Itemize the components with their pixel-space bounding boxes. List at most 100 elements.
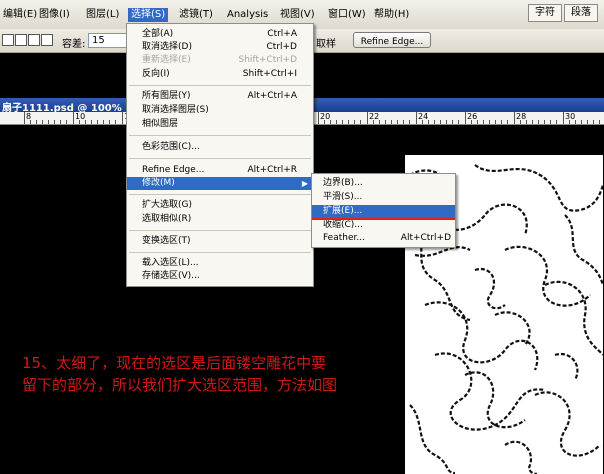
menu-item-transform-selection[interactable]: 变换选区(T) — [127, 235, 313, 248]
menu-item-label: 色彩范围(C)... — [142, 142, 200, 152]
menu-item-reselect: 重新选择(E) Shift+Ctrl+D — [127, 54, 313, 67]
menu-item-color-range[interactable]: 色彩范围(C)... — [127, 141, 313, 154]
ruler-minor-tick — [526, 120, 527, 124]
menu-help[interactable]: 帮助(H) — [371, 8, 412, 22]
annotation-expand-underline — [312, 218, 455, 220]
ruler-minor-tick — [587, 120, 588, 124]
ruler-tick — [416, 112, 417, 124]
menu-item-shortcut: Alt+Ctrl+A — [247, 91, 297, 101]
menu-item-label: 全部(A) — [142, 29, 174, 39]
menu-item-grow[interactable]: 扩大选取(G) — [127, 199, 313, 212]
ruler-minor-tick — [532, 120, 533, 124]
menu-item-label: 存储选区(V)... — [142, 271, 200, 281]
menu-separator — [129, 230, 311, 231]
menu-item-label: 反向(I) — [142, 69, 170, 79]
submenu-item-label: Feather... — [323, 233, 365, 243]
submenu-item-label: 平滑(S)... — [323, 192, 363, 202]
ruler-label: 10 — [75, 112, 86, 121]
menu-item-similar[interactable]: 选取相似(R) — [127, 213, 313, 226]
submenu-item-expand[interactable]: 扩展(E)... — [312, 205, 455, 218]
menu-item-label: 所有图层(Y) — [142, 91, 191, 101]
menu-select[interactable]: 选择(S) — [128, 8, 169, 22]
menu-item-label: 重新选择(E) — [142, 55, 191, 65]
ruler-tick — [318, 112, 319, 124]
ruler-minor-tick — [507, 120, 508, 124]
new-selection-icon[interactable] — [2, 34, 14, 46]
tab-character[interactable]: 字符 — [528, 4, 562, 22]
menu-item-save-selection[interactable]: 存储选区(V)... — [127, 270, 313, 283]
ruler-minor-tick — [458, 120, 459, 124]
submenu-item-border[interactable]: 边界(B)... — [312, 177, 455, 190]
ruler-label: 22 — [369, 112, 380, 121]
menu-item-deselect-layers[interactable]: 取消选择图层(S) — [127, 104, 313, 117]
ruler-minor-tick — [403, 120, 404, 124]
ruler-minor-tick — [30, 120, 31, 124]
submenu-item-shortcut: Alt+Ctrl+D — [400, 233, 451, 243]
ruler-minor-tick — [42, 120, 43, 124]
panel-tabs: 字符 段落 — [528, 4, 598, 22]
ruler-minor-tick — [477, 120, 478, 124]
menu-filter[interactable]: 滤镜(T) — [176, 8, 216, 22]
menu-item-similar-layers[interactable]: 相似图层 — [127, 118, 313, 131]
ruler-minor-tick — [440, 120, 441, 124]
submenu-item-feather[interactable]: Feather... Alt+Ctrl+D — [312, 232, 455, 245]
menu-item-label: 载入选区(L)... — [142, 258, 199, 268]
caption-line-1: 15、太细了，现在的选区是后面镂空雕花中要 — [22, 354, 327, 372]
ruler-minor-tick — [391, 120, 392, 124]
ruler-label: 28 — [516, 112, 527, 121]
ruler-minor-tick — [79, 120, 80, 124]
submenu-item-smooth[interactable]: 平滑(S)... — [312, 191, 455, 204]
submenu-item-contract[interactable]: 收缩(C)... — [312, 219, 455, 232]
menu-item-modify[interactable]: 修改(M) ▶ — [127, 177, 313, 190]
ruler-minor-tick — [115, 120, 116, 124]
ruler-tick — [367, 112, 368, 124]
subtract-selection-icon[interactable] — [28, 34, 40, 46]
intersect-selection-icon[interactable] — [41, 34, 53, 46]
sample-label: 取样 — [316, 39, 336, 50]
ruler-tick — [73, 112, 74, 124]
menu-item-select-all[interactable]: 全部(A) Ctrl+A — [127, 28, 313, 41]
menu-separator — [129, 85, 311, 86]
ruler-minor-tick — [569, 120, 570, 124]
ruler-minor-tick — [336, 120, 337, 124]
menu-item-refine-edge[interactable]: Refine Edge... Alt+Ctrl+R — [127, 164, 313, 177]
menu-item-deselect[interactable]: 取消选择(D) Ctrl+D — [127, 41, 313, 54]
menu-item-load-selection[interactable]: 载入选区(L)... — [127, 257, 313, 270]
ruler-minor-tick — [36, 120, 37, 124]
ruler-minor-tick — [434, 120, 435, 124]
menu-edit[interactable]: 编辑(E) — [0, 8, 40, 22]
ruler-minor-tick — [501, 120, 502, 124]
ruler-label: 30 — [565, 112, 576, 121]
ruler-minor-tick — [354, 120, 355, 124]
menu-item-label: 相似图层 — [142, 119, 179, 129]
ruler-tick — [514, 112, 515, 124]
menu-separator — [129, 252, 311, 253]
menu-layer[interactable]: 图层(L) — [83, 8, 122, 22]
ruler-label: 24 — [418, 112, 429, 121]
ruler-minor-tick — [330, 120, 331, 124]
menu-item-label: 变换选区(T) — [142, 236, 191, 246]
ruler-minor-tick — [66, 120, 67, 124]
menu-image[interactable]: 图像(I) — [36, 8, 73, 22]
menu-item-label: 修改(M) — [142, 178, 175, 188]
tab-paragraph[interactable]: 段落 — [564, 4, 598, 22]
menu-view[interactable]: 视图(V) — [277, 8, 318, 22]
menu-item-all-layers[interactable]: 所有图层(Y) Alt+Ctrl+A — [127, 90, 313, 103]
menu-item-shortcut: Alt+Ctrl+R — [247, 165, 297, 175]
ruler-tick — [465, 112, 466, 124]
caption-line-2: 留下的部分，所以我们扩大选区范围，方法如图 — [22, 376, 338, 394]
ruler-minor-tick — [489, 120, 490, 124]
ruler-tick — [122, 112, 123, 124]
ruler-minor-tick — [379, 120, 380, 124]
ruler-minor-tick — [360, 120, 361, 124]
menu-item-inverse[interactable]: 反向(I) Shift+Ctrl+I — [127, 68, 313, 81]
ruler-minor-tick — [471, 120, 472, 124]
menu-window[interactable]: 窗口(W) — [325, 8, 369, 22]
ruler-minor-tick — [324, 120, 325, 124]
menu-item-label: 选取相似(R) — [142, 214, 192, 224]
ruler-minor-tick — [520, 120, 521, 124]
refine-edge-button[interactable]: Refine Edge... — [353, 32, 431, 48]
menu-analysis[interactable]: Analysis — [224, 8, 271, 22]
tolerance-input[interactable]: 15 — [88, 33, 127, 48]
add-selection-icon[interactable] — [15, 34, 27, 46]
